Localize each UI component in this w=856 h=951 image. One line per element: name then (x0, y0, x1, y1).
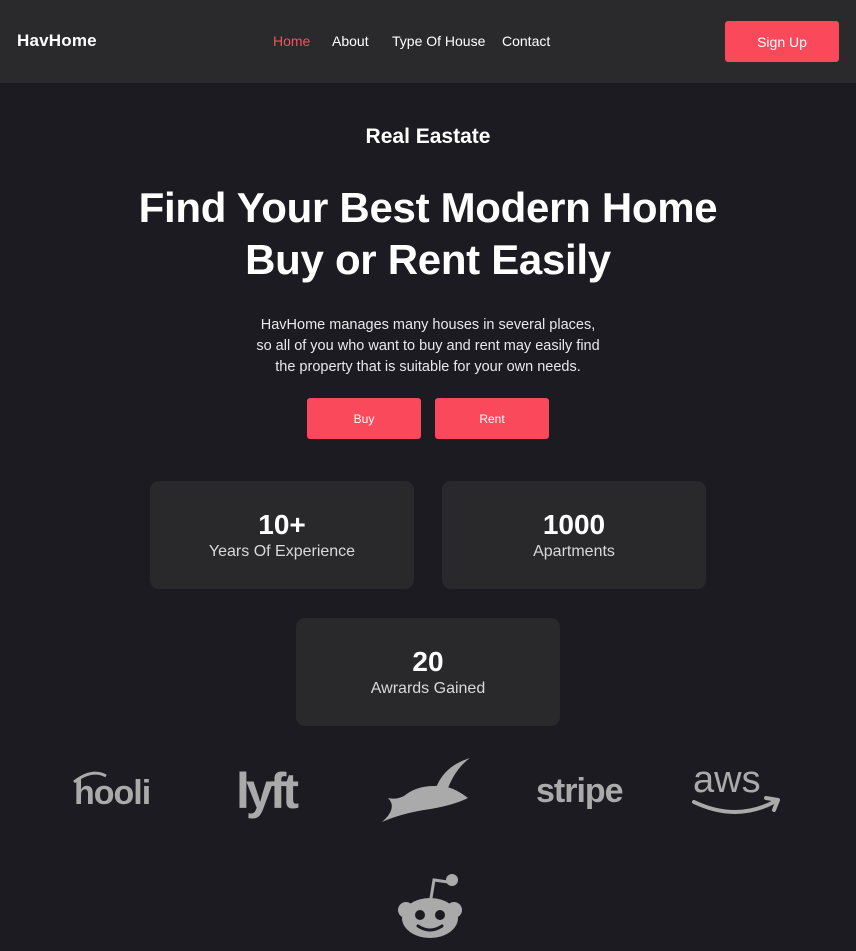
sign-up-button[interactable]: Sign Up (725, 21, 839, 62)
lyft-logo-text: lyft (236, 763, 299, 819)
reddit-alien-icon (394, 870, 466, 940)
stat-value: 10+ (258, 509, 306, 540)
rent-button[interactable]: Rent (435, 398, 549, 439)
hero-description-line-2: so all of you who want to buy and rent m… (256, 338, 600, 354)
hero-description: HavHome manages many houses in several p… (0, 315, 856, 378)
aws-logo-text: aws (693, 759, 761, 801)
stat-value: 1000 (542, 509, 606, 540)
nav-link-contact[interactable]: Contact (502, 33, 550, 49)
stripe-logo-text: stripe (536, 772, 623, 810)
stat-label: Awrards Gained (370, 680, 486, 697)
hooli-logo: hooli (72, 766, 168, 810)
nav-link-about[interactable]: About (332, 33, 369, 49)
brand-logo[interactable]: HavHome (17, 31, 97, 51)
aws-logo: aws (690, 758, 786, 820)
nav-link-home[interactable]: Home (273, 33, 310, 49)
hero-headline: Find Your Best Modern Home Buy or Rent E… (0, 182, 856, 286)
stat-card-awards: 20 Awrards Gained (296, 618, 560, 726)
hero-headline-line-1: Find Your Best Modern Home (138, 184, 718, 231)
buy-button[interactable]: Buy (307, 398, 421, 439)
lyft-logo: lyft (234, 760, 314, 820)
stat-label: Years Of Experience (208, 543, 356, 560)
hooli-logo-text: hooli (74, 774, 150, 810)
stat-card-apartments: 1000 Apartments (442, 481, 706, 589)
stat-card-experience: 10+ Years Of Experience (150, 481, 414, 589)
stat-value: 20 (412, 646, 444, 677)
navbar: HavHome Home About Type Of House Contact… (0, 0, 856, 83)
hero-description-line-3: the property that is suitable for your o… (275, 359, 581, 375)
stripe-logo: stripe (535, 768, 631, 814)
hero-eyebrow: Real Eastate (365, 125, 491, 148)
nav-link-type-of-house[interactable]: Type Of House (392, 33, 485, 49)
robin-hat-logo-icon (380, 756, 472, 826)
hero-description-line-1: HavHome manages many houses in several p… (260, 317, 596, 333)
hero-headline-line-2: Buy or Rent Easily (245, 236, 611, 283)
stat-label: Apartments (533, 543, 615, 560)
